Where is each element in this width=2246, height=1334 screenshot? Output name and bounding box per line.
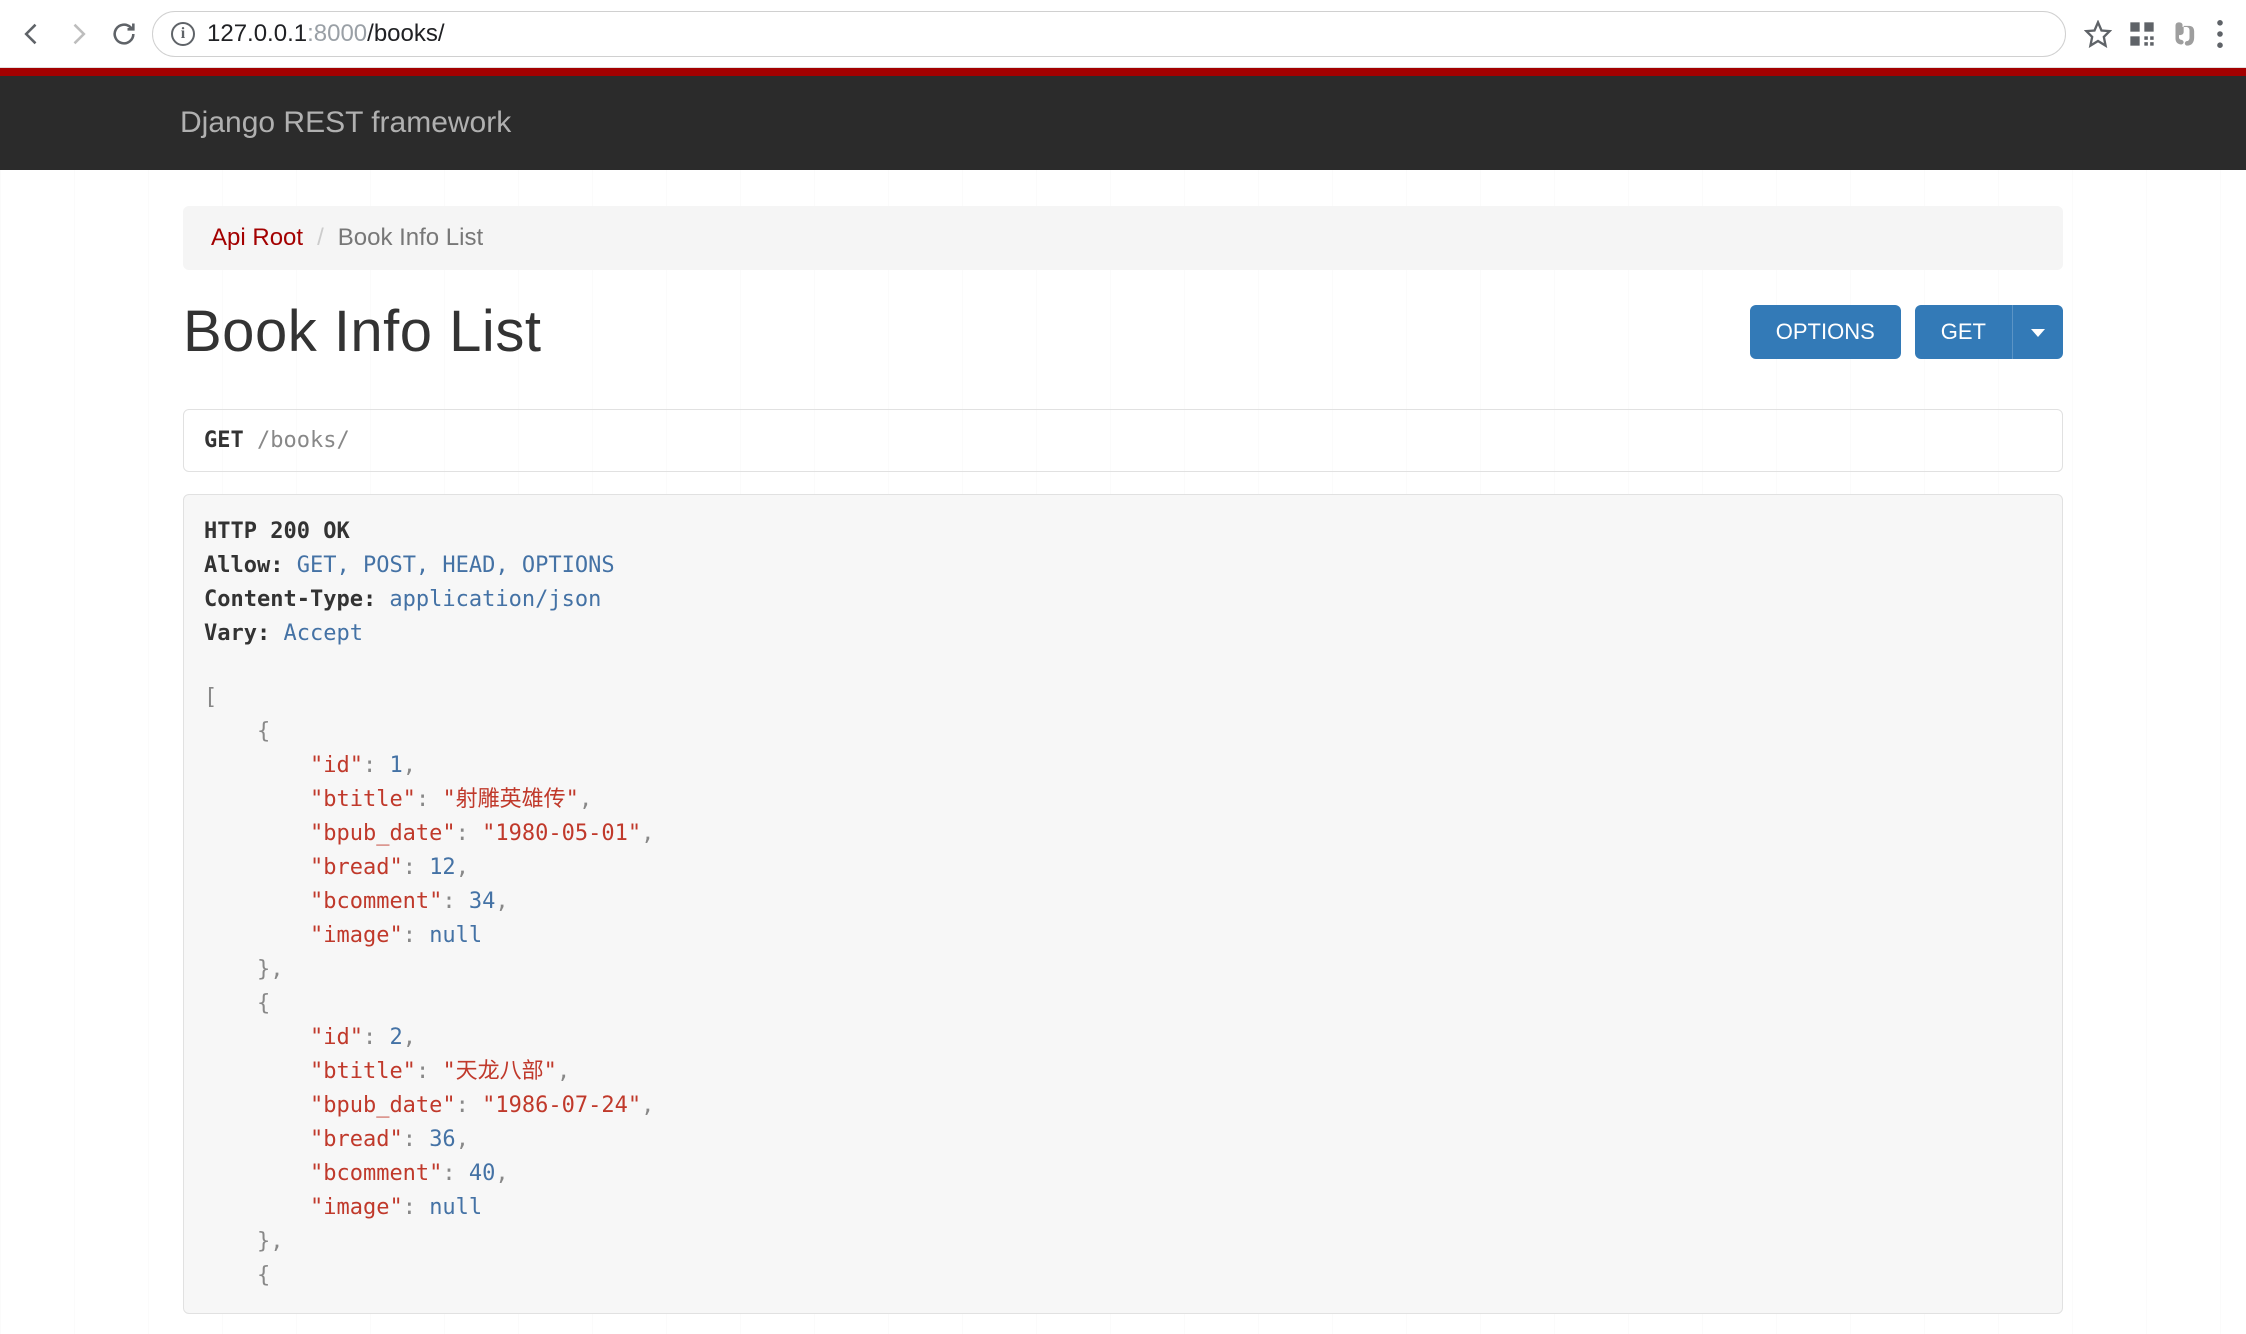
evernote-icon[interactable] (2172, 20, 2200, 48)
forward-button[interactable] (60, 16, 96, 52)
breadcrumb-separator: / (317, 224, 324, 252)
response-json: [ { "id": 1, "btitle": "射雕英雄传", "bpub_da… (204, 681, 2042, 1293)
qr-icon[interactable] (2128, 20, 2156, 48)
title-row: Book Info List OPTIONS GET (183, 298, 2063, 365)
navbar-brand[interactable]: Django REST framework (180, 106, 511, 140)
options-button[interactable]: OPTIONS (1750, 305, 1901, 359)
response-status: HTTP 200 OK (204, 515, 2042, 549)
response-headers: Allow: GET, POST, HEAD, OPTIONSContent-T… (204, 549, 2042, 651)
breadcrumb-root-link[interactable]: Api Root (211, 224, 303, 252)
back-button[interactable] (14, 16, 50, 52)
request-path: /books/ (244, 428, 350, 453)
caret-down-icon (2031, 329, 2045, 337)
page-body: Api Root / Book Info List Book Info List… (0, 170, 2246, 1334)
bookmark-star-icon[interactable] (2084, 20, 2112, 48)
response-body: HTTP 200 OK Allow: GET, POST, HEAD, OPTI… (183, 494, 2063, 1314)
page-title: Book Info List (183, 298, 1736, 365)
url-text: 127.0.0.1:8000/books/ (207, 20, 445, 48)
reload-button[interactable] (106, 16, 142, 52)
request-method: GET (204, 428, 244, 453)
site-info-icon[interactable]: i (171, 22, 195, 46)
request-line: GET /books/ (183, 409, 2063, 472)
breadcrumb: Api Root / Book Info List (183, 206, 2063, 270)
navbar: Django REST framework (0, 76, 2246, 170)
address-bar[interactable]: i 127.0.0.1:8000/books/ (152, 11, 2066, 57)
browser-toolbar: i 127.0.0.1:8000/books/ (0, 0, 2246, 68)
breadcrumb-current: Book Info List (338, 224, 483, 252)
browser-menu-icon[interactable] (2216, 20, 2224, 48)
get-button[interactable]: GET (1915, 305, 2012, 359)
accent-bar (0, 68, 2246, 76)
get-button-group: GET (1915, 305, 2063, 359)
get-dropdown-toggle[interactable] (2012, 305, 2063, 359)
browser-right-icons (2076, 20, 2232, 48)
